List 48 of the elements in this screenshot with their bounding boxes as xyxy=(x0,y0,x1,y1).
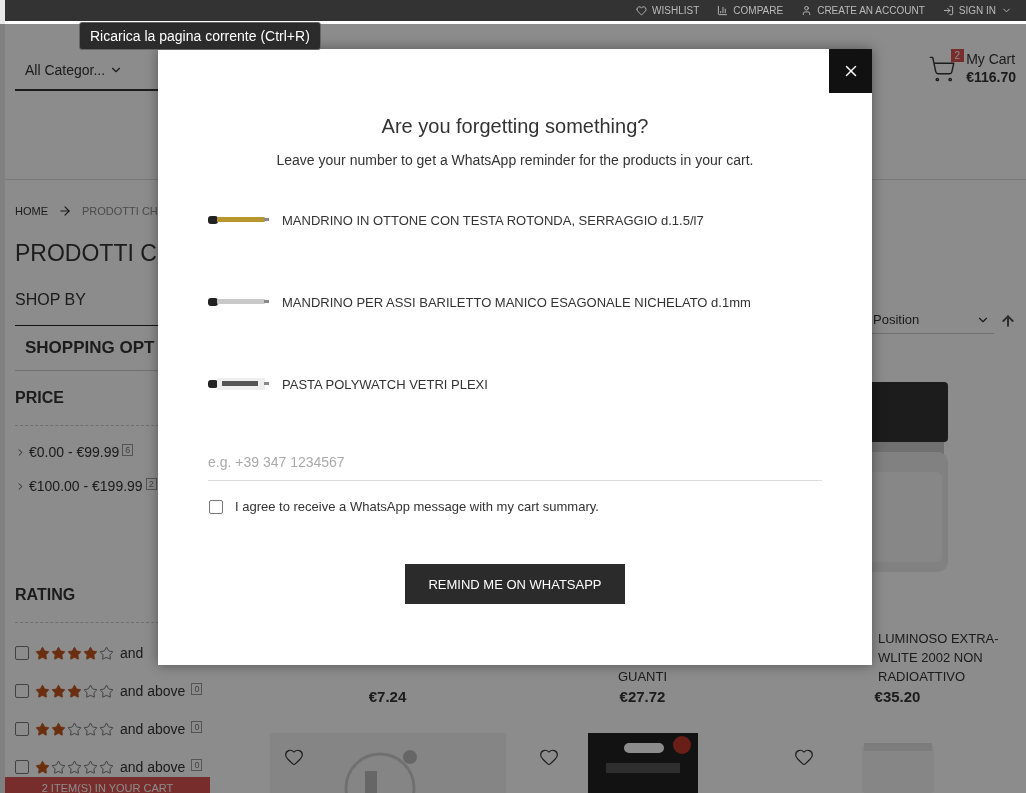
dialog-title: Are you forgetting something? xyxy=(381,115,649,138)
price-filter-link[interactable]: €100.00 - €199.99 2 xyxy=(15,478,260,494)
heart-icon xyxy=(636,4,648,16)
cart-total: €116.70 xyxy=(966,68,1016,85)
rating-label: and above xyxy=(120,683,186,699)
cart-item-name: MANDRINO PER ASSI BARILETTO MANICO ESAGONALE NICHELATO d.1mm xyxy=(282,294,751,310)
checkbox[interactable] xyxy=(15,722,29,736)
rating-count: 0 xyxy=(191,683,203,695)
rating-label: and above xyxy=(120,759,186,775)
user-icon xyxy=(801,4,813,16)
product-name[interactable]: WLITE 2002 NON xyxy=(878,648,983,667)
wishlist-heart-icon[interactable] xyxy=(794,747,814,767)
breadcrumb-link[interactable]: PRODOTTI CH xyxy=(82,205,158,217)
cart-item-name: PASTA POLYWATCH VETRI PLEXI xyxy=(282,376,488,392)
sort-direction-icon[interactable] xyxy=(1000,313,1016,329)
top-link[interactable]: WISHLIST xyxy=(636,4,700,16)
breadcrumb-link[interactable]: HOME xyxy=(15,205,48,217)
dialog-subtitle: Leave your number to get a WhatsApp reminder for the products in your cart. xyxy=(276,152,754,168)
product-name[interactable]: GUANTI xyxy=(617,667,668,686)
page-title: PRODOTTI C xyxy=(15,240,158,267)
product-price: €27.72 xyxy=(619,688,666,705)
consent-checkbox[interactable] xyxy=(209,499,223,514)
checkbox[interactable] xyxy=(15,684,29,698)
consent-label: I agree to receive a WhatsApp message with my cart summary. xyxy=(235,499,599,514)
rating-label: and xyxy=(120,645,144,661)
product-price: €35.20 xyxy=(874,688,921,705)
cart-count: 2 xyxy=(950,48,965,62)
wishlist-heart-icon[interactable] xyxy=(539,747,559,767)
cart-item-name: MANDRINO IN OTTONE CON TESTA ROTONDA, SERRAGGIO d.1.5/l7 xyxy=(282,212,704,228)
bar-chart-icon xyxy=(717,4,729,16)
rating-label: and above xyxy=(120,721,186,737)
cart-label[interactable]: My Cart xyxy=(966,50,1016,67)
rating-count: 0 xyxy=(191,721,203,733)
product-price: €7.24 xyxy=(368,688,407,705)
sign-in-icon xyxy=(942,4,954,16)
cart-icon[interactable] xyxy=(928,54,957,83)
remind-button[interactable]: REMIND ME ON WHATSAPP xyxy=(405,564,625,604)
tooltip: Ricarica la pagina corrente (Ctrl+R) xyxy=(79,22,321,50)
close-button[interactable] xyxy=(829,49,872,93)
rating-count: 0 xyxy=(191,759,203,771)
checkbox[interactable] xyxy=(15,646,29,660)
top-link[interactable]: CREATE AN ACCOUNT xyxy=(801,4,925,16)
top-link[interactable]: COMPARE xyxy=(717,4,784,16)
wishlist-heart-icon[interactable] xyxy=(284,747,304,767)
top-link[interactable]: SIGN IN xyxy=(942,4,1012,16)
checkbox[interactable] xyxy=(15,760,29,774)
product-name[interactable]: RADIOATTIVO xyxy=(878,667,966,686)
product-name[interactable]: LUMINOSO EXTRA- xyxy=(878,629,999,648)
